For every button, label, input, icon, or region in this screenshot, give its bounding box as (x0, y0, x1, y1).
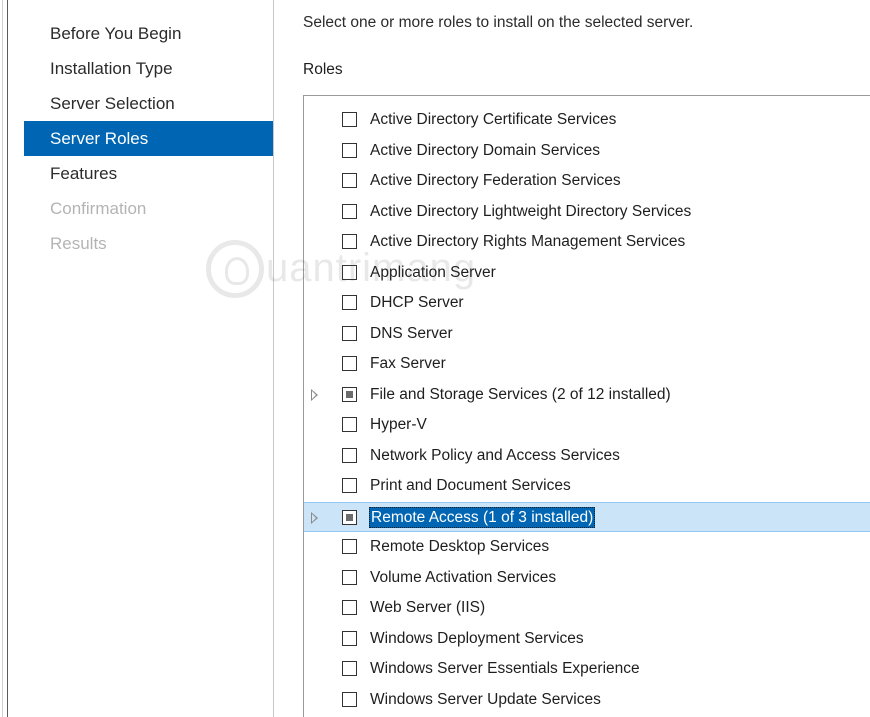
nav-item-features[interactable]: Features (24, 156, 273, 191)
role-checkbox[interactable] (342, 356, 357, 371)
role-checkbox[interactable] (342, 447, 357, 463)
roles-heading: Roles (303, 61, 343, 78)
window-left-border (0, 0, 8, 717)
role-label: Active Directory Certificate Services (370, 111, 617, 128)
role-label: Web Server (IIS) (370, 599, 486, 616)
role-label: Active Directory Federation Services (370, 172, 621, 189)
role-label: Network Policy and Access Services (370, 446, 620, 464)
role-checkbox[interactable] (342, 325, 357, 341)
role-row[interactable]: Windows Server Essentials Experience (304, 654, 870, 684)
role-row[interactable]: Fax Server (304, 349, 870, 379)
role-label: Windows Server Update Services (370, 690, 601, 708)
role-checkbox[interactable] (342, 142, 357, 158)
role-row[interactable]: File and Storage Services (2 of 12 insta… (304, 380, 870, 410)
role-checkbox[interactable] (342, 112, 357, 127)
role-row[interactable]: Active Directory Certificate Services (304, 105, 870, 135)
role-row[interactable]: Remote Access (1 of 3 installed) (304, 501, 870, 532)
expand-arrow-icon[interactable] (311, 388, 318, 401)
role-label: Windows Deployment Services (370, 629, 584, 647)
nav-item-server-roles[interactable]: Server Roles (24, 121, 273, 156)
role-row[interactable]: Active Directory Lightweight Directory S… (304, 197, 870, 227)
nav-divider (273, 0, 274, 717)
role-label: Remote Desktop Services (370, 538, 550, 555)
role-checkbox[interactable] (342, 661, 357, 676)
role-label: File and Storage Services (2 of 12 insta… (370, 385, 671, 403)
role-checkbox[interactable] (342, 203, 357, 219)
role-checkbox[interactable] (342, 417, 357, 432)
role-row[interactable]: DNS Server (304, 319, 870, 349)
role-checkbox[interactable] (342, 600, 357, 615)
nav-item-confirmation: Confirmation (50, 199, 147, 218)
role-label: Windows Server Essentials Experience (370, 660, 640, 677)
role-row[interactable]: Windows Server Update Services (304, 685, 870, 715)
role-label: Active Directory Lightweight Directory S… (370, 202, 692, 220)
nav-item-installation-type[interactable]: Installation Type (24, 51, 273, 86)
role-label: Active Directory Domain Services (370, 141, 600, 159)
role-label: DHCP Server (370, 294, 464, 311)
role-row[interactable]: Active Directory Rights Management Servi… (304, 227, 870, 257)
role-checkbox[interactable] (342, 569, 357, 585)
role-label: Volume Activation Services (370, 568, 557, 586)
role-checkbox[interactable] (342, 234, 357, 249)
nav-item-results: Results (50, 234, 107, 253)
instruction-text: Select one or more roles to install on t… (303, 14, 694, 31)
role-checkbox[interactable] (342, 691, 357, 707)
role-row[interactable]: Application Server (304, 258, 870, 288)
role-row[interactable]: Hyper-V (304, 410, 870, 440)
role-row[interactable]: Windows Deployment Services (304, 624, 870, 654)
role-row[interactable]: Remote Desktop Services (304, 532, 870, 562)
role-label: Application Server (370, 263, 496, 281)
nav-item-before-you-begin[interactable]: Before You Begin (24, 16, 273, 51)
roles-list[interactable]: Active Directory Certificate Services Act… (303, 95, 870, 717)
role-row[interactable]: Volume Activation Services (304, 563, 870, 593)
role-label: Remote Access (1 of 3 installed) (369, 506, 596, 528)
role-checkbox[interactable] (342, 630, 357, 646)
role-row[interactable]: Print and Document Services (304, 471, 870, 501)
role-checkbox[interactable] (342, 478, 357, 493)
role-label: DNS Server (370, 324, 453, 342)
role-row[interactable]: Network Policy and Access Services (304, 441, 870, 471)
role-label: Fax Server (370, 355, 446, 372)
role-row[interactable]: DHCP Server (304, 288, 870, 318)
expand-arrow-icon[interactable] (311, 511, 318, 524)
role-label: Print and Document Services (370, 477, 571, 494)
role-row[interactable]: Active Directory Domain Services (304, 136, 870, 166)
role-checkbox[interactable] (342, 386, 357, 402)
role-checkbox[interactable] (342, 539, 357, 554)
role-row[interactable]: Active Directory Federation Services (304, 166, 870, 196)
nav-item-server-selection[interactable]: Server Selection (24, 86, 273, 121)
role-checkbox[interactable] (342, 295, 357, 310)
role-checkbox[interactable] (342, 264, 357, 280)
role-label: Hyper-V (370, 416, 427, 433)
role-checkbox[interactable] (342, 173, 357, 188)
role-checkbox[interactable] (342, 509, 357, 525)
wizard-nav: Before You Begin Installation Type Server … (24, 16, 273, 261)
role-label: Active Directory Rights Management Servi… (370, 233, 686, 250)
role-row[interactable]: Web Server (IIS) (304, 593, 870, 623)
